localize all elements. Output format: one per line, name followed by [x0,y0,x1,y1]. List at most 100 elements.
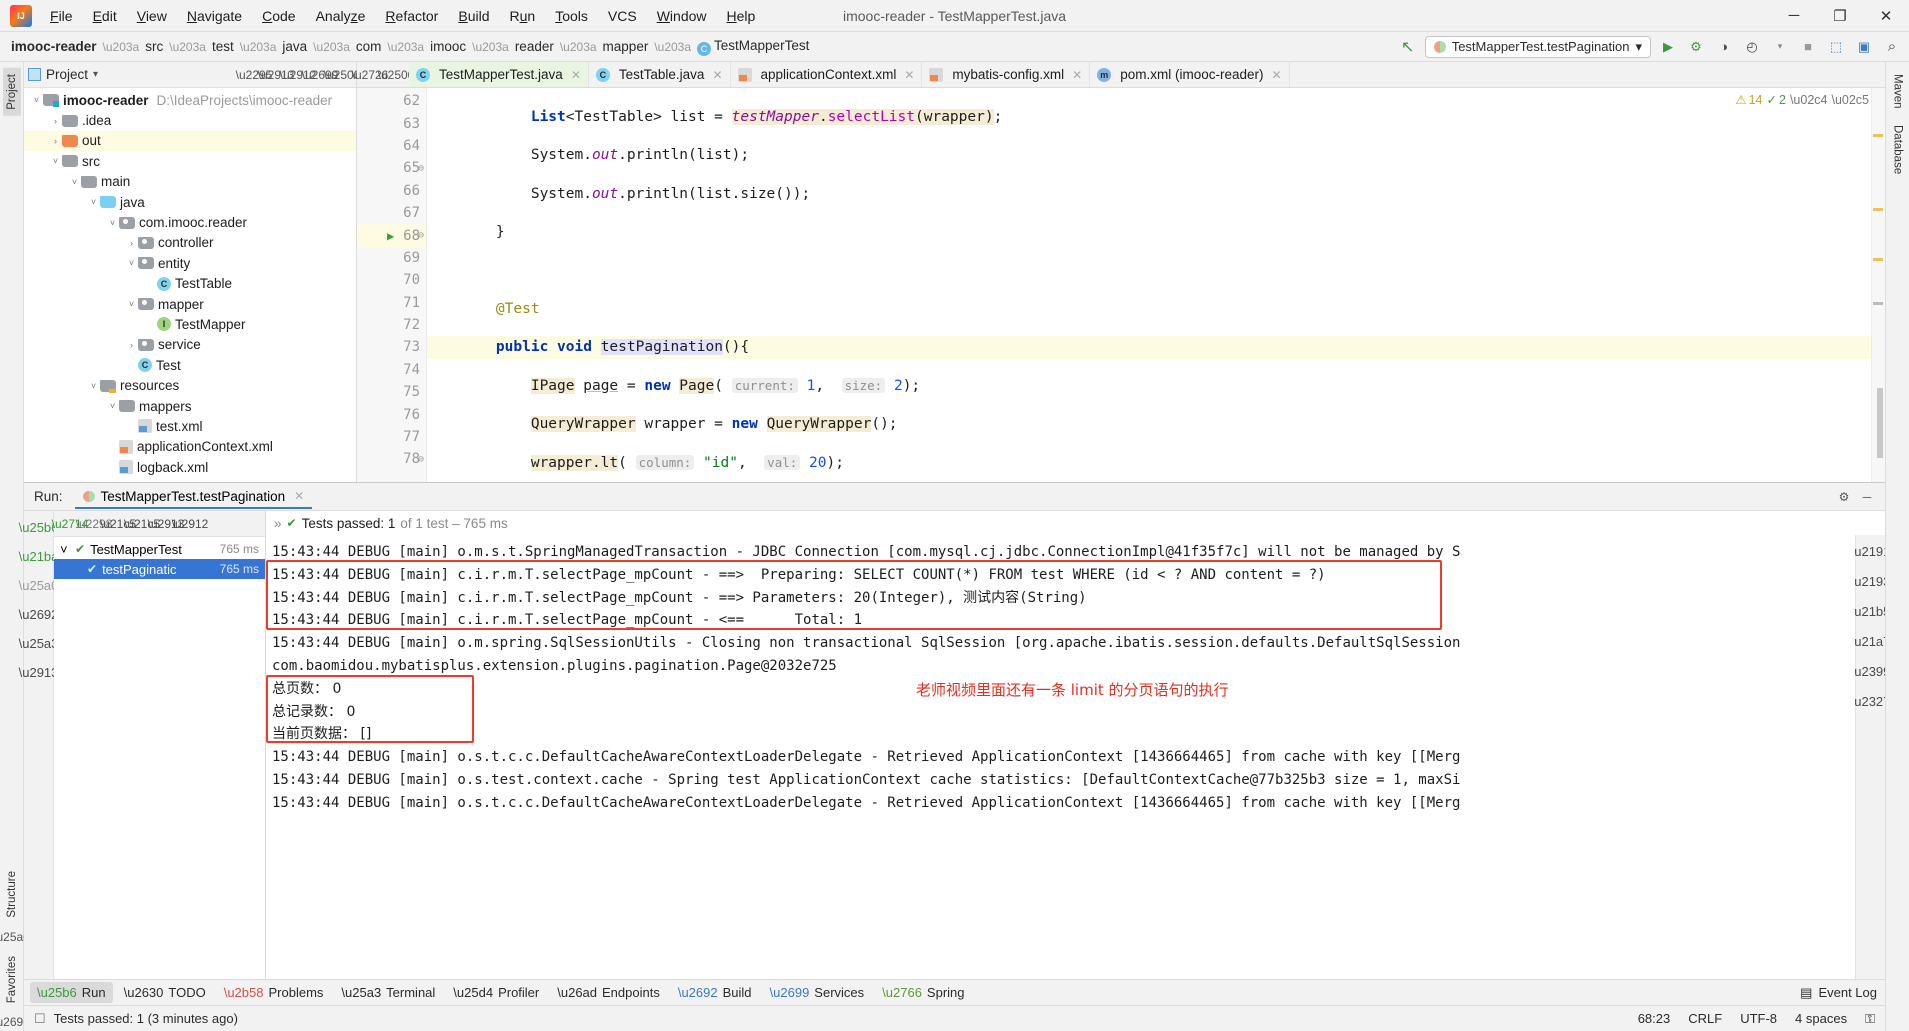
chevron-right-icon[interactable]: › [125,238,138,248]
fold-icon[interactable]: ⊖ [418,230,424,241]
collapse-icon[interactable]: \u2912 [172,514,209,534]
soft-wrap-icon[interactable]: \u21b5 [1851,601,1891,621]
toolwindow-services[interactable]: \u2699 Services [763,982,872,1003]
gutter-line-63[interactable]: 63 [357,112,426,134]
project-tree[interactable]: ˅ imooc-reader D:\IdeaProjects\imooc-reade… [24,88,356,482]
gutter-line-74[interactable]: 74 [357,359,426,381]
chevron-down-icon[interactable]: ˅ [30,95,43,105]
toolwindow-run[interactable]: \u25b6 Run [30,982,113,1003]
profile-button[interactable]: ◴ [1741,36,1763,58]
sidebar-item-maven[interactable]: Maven [1889,68,1907,115]
test-tree[interactable]: ˅ ✔ TestMapperTest 765 ms ✔ testPaginatic 765 … [54,537,265,979]
chevron-down-icon[interactable]: ˅ [87,197,100,207]
stop-icon[interactable]: \u25a0 [19,575,59,595]
minimize-button[interactable]: ─ [1771,0,1817,31]
gutter-line-62[interactable]: 62 [357,90,426,112]
menu-tools[interactable]: Tools [545,4,598,28]
code-viewport[interactable]: 62 63 64 65 ⊖ 66 67 ▶ 68 ⊖ 69 70 71 72 73 74 75 76 77 78 ⊖ L… [357,88,1885,482]
chevron-down-icon[interactable]: ˅ [106,401,119,411]
rerun-icon[interactable]: \u25b6 [19,517,59,537]
breadcrumb-item-class[interactable]: C TestMapperTest [694,38,812,56]
indent-setting[interactable]: 4 spaces [1795,1011,1847,1026]
close-icon[interactable]: ✕ [1272,68,1282,82]
chevron-right-icon[interactable]: › [49,136,62,146]
status-message[interactable]: Tests passed: 1 (3 minutes ago) [54,1011,238,1026]
settings-gear-icon[interactable]: ⚙ [1834,487,1854,507]
tree-node-controller[interactable]: › controller [24,233,356,253]
breadcrumb-item-com[interactable]: com [353,39,385,54]
camera-icon[interactable]: \u25a3 [19,633,59,653]
tab-TestMapperTest-java[interactable]: C TestMapperTest.java ✕ [409,62,589,87]
menu-navigate[interactable]: Navigate [177,4,252,28]
gutter-line-76[interactable]: 76 [357,403,426,425]
tree-node-TestTable[interactable]: C TestTable [24,274,356,294]
run-tab-testPagination[interactable]: TestMapperTest.testPagination ✕ [74,485,313,509]
tree-node-entity[interactable]: ˅ entity [24,253,356,273]
gutter-line-67[interactable]: 67 [357,202,426,224]
chevron-right-icon[interactable]: › [125,340,138,350]
commit-icon[interactable]: \u25a6 [0,928,30,946]
run-configuration-selector[interactable]: TestMapperTest.testPagination ▾ [1424,35,1651,58]
close-icon[interactable]: ✕ [712,68,722,82]
chevron-down-icon[interactable]: ˅ [87,381,100,391]
toolwindow-spring[interactable]: \u2766 Spring [875,982,971,1003]
run-button[interactable]: ▶ [1657,36,1679,58]
rerun-failed-icon[interactable]: \u21ba [19,546,59,566]
gutter-line-68[interactable]: ▶ 68 ⊖ [357,224,426,247]
test-tree-item-TestMapperTest[interactable]: ˅ ✔ TestMapperTest 765 ms [54,539,265,559]
tree-node-resources[interactable]: ˅ resources [24,375,356,395]
close-button[interactable]: ✕ [1863,0,1909,31]
close-icon[interactable]: ✕ [571,68,581,82]
gutter-line-77[interactable]: 77 [357,426,426,448]
tree-node-com-imooc-reader[interactable]: ˅ com.imooc.reader [24,212,356,232]
gutter-line-64[interactable]: 64 [357,135,426,157]
scroll-to-end-icon[interactable]: \u21a7 [1851,631,1891,651]
menu-analyze[interactable]: Analyze [306,4,376,28]
scroll-up-icon[interactable]: \u2191 [1851,541,1891,561]
tree-node-Test[interactable]: C Test [24,355,356,375]
menu-help[interactable]: Help [717,4,766,28]
sidebar-item-structure[interactable]: Structure [3,865,21,924]
tree-node-src[interactable]: ˅ src [24,151,356,171]
debug-button[interactable]: ⚙ [1685,36,1707,58]
toolwindow-todo[interactable]: \u2630 TODO [117,982,213,1003]
search-icon[interactable]: ⌕ [1881,36,1903,58]
tree-node-java[interactable]: ˅ java [24,192,356,212]
toolwindow-profiler[interactable]: \u25d4 Profiler [446,982,546,1003]
inspection-summary[interactable]: ⚠ 14 ✓ 2 \u02c4 \u02c5 [1735,92,1869,108]
file-encoding[interactable]: UTF-8 [1740,1011,1777,1026]
menu-window[interactable]: Window [647,4,717,28]
gutter-line-69[interactable]: 69 [357,247,426,269]
chevron-down-icon[interactable]: ˅ [125,258,138,268]
tree-node-applicationContext-xml[interactable]: applicationContext.xml [24,437,356,457]
tab-mybatis-config-xml[interactable]: mybatis-config.xml ✕ [922,62,1091,87]
chevron-right-icon[interactable]: › [49,116,62,126]
build-icon[interactable]: ↖ [1397,36,1419,58]
breadcrumb-item-mapper[interactable]: mapper [600,39,652,54]
breadcrumb-item-java[interactable]: java [279,39,310,54]
caret-position[interactable]: 68:23 [1638,1011,1671,1026]
export-icon[interactable]: \u2913 [19,662,59,682]
tree-node-TestMapper[interactable]: I TestMapper [24,314,356,334]
print-icon[interactable]: \u2399 [1851,661,1891,681]
breadcrumb-item-test[interactable]: test [209,39,237,54]
chevron-down-icon[interactable]: ˅ [49,156,62,166]
tree-node--idea[interactable]: › .idea [24,110,356,130]
close-icon[interactable]: ✕ [294,489,304,503]
chevron-down-icon[interactable]: ˅ [106,218,119,228]
menu-run[interactable]: Run [500,4,546,28]
editor-scrollbar[interactable] [1871,88,1885,482]
hide-icon[interactable]: \u2500 [324,65,361,85]
updates-icon[interactable]: ▣ [1853,36,1875,58]
editor-gutter[interactable]: 62 63 64 65 ⊖ 66 67 ▶ 68 ⊖ 69 70 71 72 73 74 75 76 77 78 ⊖ [357,88,427,482]
lock-icon[interactable]: ⚿ [1865,1011,1875,1027]
close-icon[interactable]: ✕ [1072,68,1082,82]
scroll-down-icon[interactable]: \u2193 [1851,571,1891,591]
menu-build[interactable]: Build [448,4,499,28]
sidebar-item-database[interactable]: Database [1889,119,1907,180]
breadcrumb-item-reader[interactable]: reader [512,39,557,54]
run-with-coverage-button[interactable]: ◑ [1713,36,1735,58]
scrollbar-thumb[interactable] [1877,388,1883,458]
menu-vcs[interactable]: VCS [598,4,647,28]
toolwindow-build[interactable]: \u2692 Build [671,982,759,1003]
